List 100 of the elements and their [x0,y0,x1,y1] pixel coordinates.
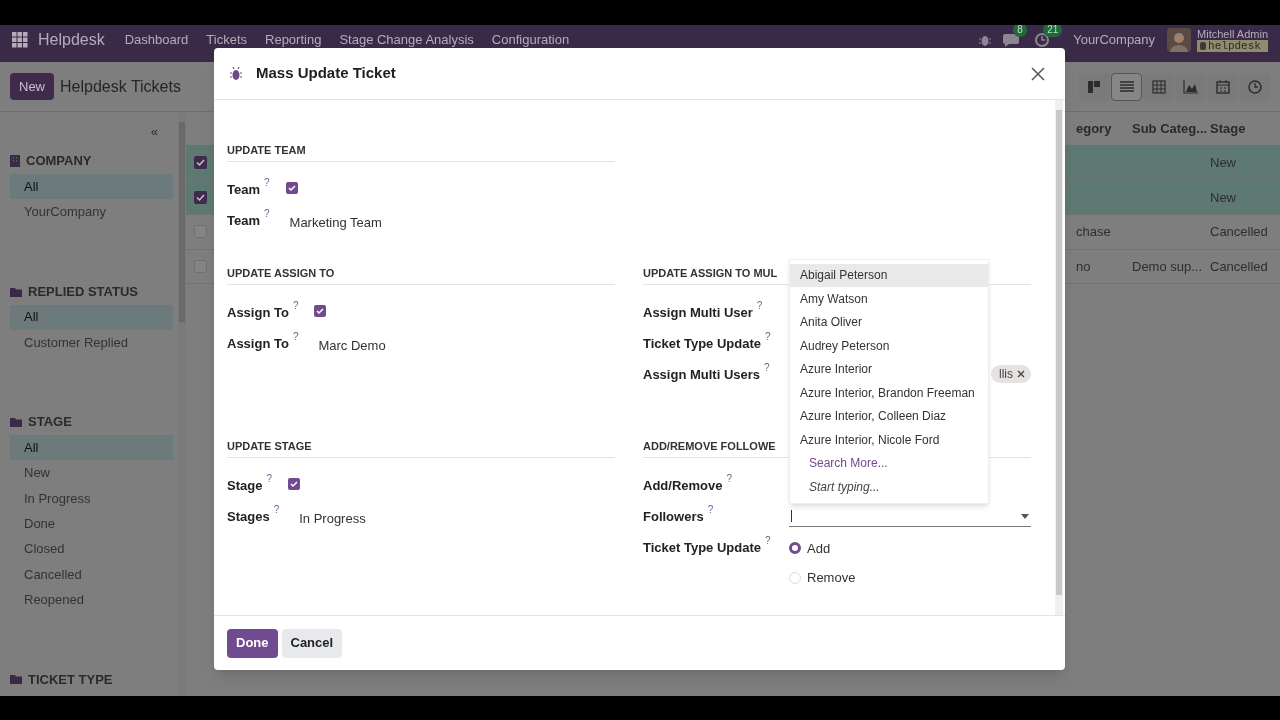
column-header[interactable]: Sub Categ... [1132,118,1210,139]
user-name[interactable]: Mitchell Admin [1197,27,1268,40]
help-mark[interactable]: ? [764,362,770,373]
view-switch-button[interactable] [1175,72,1206,101]
view-switch-button[interactable] [1143,72,1174,101]
filter-item[interactable]: In Progress [10,485,173,512]
filter-item[interactable]: All [10,435,173,461]
table-view-icon [1150,78,1167,95]
field-value[interactable]: In Progress [299,508,366,528]
help-mark[interactable]: ? [765,535,771,546]
field-label: Assign Multi User [643,303,753,322]
close-icon[interactable] [1031,66,1045,81]
help-mark[interactable]: ? [264,177,270,188]
done-button[interactable]: Done [227,628,278,658]
apps-menu-icon[interactable] [12,31,28,48]
help-mark[interactable]: ? [266,473,272,484]
field-label: Team [227,211,260,230]
field-label: Stage [227,476,263,495]
remove-icon[interactable] [1017,369,1025,378]
help-mark[interactable]: ? [707,504,714,515]
field-label: Followers [643,507,704,526]
help-mark[interactable]: ? [756,300,763,311]
dropdown-option[interactable]: Audrey Peterson [790,334,988,358]
table-cell: Demo sup... [1132,258,1203,274]
section-heading: COMPANY [26,152,92,171]
dropdown-option[interactable]: Amy Watson [790,287,988,311]
scrollbar-thumb[interactable] [1056,110,1062,595]
bug-icon [230,66,242,81]
radio-option[interactable]: Remove [789,568,856,588]
menu-item[interactable]: Dashboard [124,30,189,50]
section-heading: REPLIED STATUS [28,282,139,301]
section-heading: UPDATE TEAM [227,142,615,162]
clock-icon[interactable] [1035,32,1050,47]
field-label: Ticket Type Update [643,334,761,353]
chat-icon[interactable] [1003,32,1020,47]
view-switch-button[interactable] [1111,72,1142,101]
table-cell: no [1076,258,1091,274]
filter-item[interactable]: Closed [10,536,173,562]
calendar-view-icon [1214,78,1231,95]
cancel-button[interactable]: Cancel [281,628,343,658]
menu-item[interactable]: Configuration [491,30,570,50]
chart-view-icon [1182,78,1199,95]
company-switcher[interactable]: YourCompany [1073,29,1156,50]
field-label: Assign Multi Users [643,365,761,384]
avatar-icon[interactable] [1167,27,1192,52]
view-switch-button[interactable] [1079,72,1110,101]
database-badge: helpdesk [1197,39,1268,52]
field-value[interactable]: Marc Demo [318,335,386,355]
new-button[interactable]: New [10,73,54,100]
filter-item[interactable]: All [10,174,173,200]
dropdown-option[interactable]: Abigail Peterson [790,263,988,287]
section-heading: TICKET TYPE [28,670,113,689]
filter-item[interactable]: New [10,460,173,486]
radio-option[interactable]: Add [789,538,856,558]
checkbox-checked-icon[interactable] [287,477,300,490]
help-mark[interactable]: ? [292,331,299,342]
folder-icon [10,417,22,428]
table-cell: chase [1076,224,1111,239]
table-cell: Cancelled [1210,258,1268,274]
filter-item[interactable]: Done [10,511,173,537]
filter-item[interactable]: Cancelled [10,561,173,587]
filter-item[interactable]: Reopened [10,586,173,613]
tag: llis [991,364,1031,383]
help-mark[interactable]: ? [765,331,771,342]
column-header[interactable]: egory [1076,118,1132,139]
dropdown-option[interactable]: Azure Interior [790,357,988,381]
building-icon [10,155,20,167]
field-label: Add/Remove [643,476,723,495]
scrollbar-thumb[interactable] [179,122,185,322]
view-switch-button[interactable] [1239,72,1270,101]
count-badge: 8 [1013,25,1027,37]
menu-item[interactable]: Tickets [206,30,247,50]
help-mark[interactable]: ? [292,300,299,311]
help-mark[interactable]: ? [726,473,733,484]
checkbox-checked-icon[interactable] [285,181,298,194]
checkbox-checked-icon[interactable] [314,304,327,317]
table-cell: New [1210,155,1236,170]
field-value[interactable]: Marketing Team [289,212,382,232]
checkbox-checked-icon [193,156,207,170]
caret-icon [1021,513,1029,519]
table-cell: New [1210,189,1236,205]
dropdown-option[interactable]: Azure Interior, Colleen Diaz [790,404,988,428]
dropdown-option[interactable]: Anita Oliver [790,310,988,334]
help-mark[interactable]: ? [264,208,270,219]
filter-item[interactable]: YourCompany [10,199,173,225]
folder-icon [10,674,22,685]
collapse-button[interactable]: « [150,122,158,144]
section-heading: STAGE [28,413,72,432]
count-badge: 21 [1043,25,1063,37]
app-name[interactable]: Helpdesk [38,27,105,52]
filter-item[interactable]: Customer Replied [10,329,173,356]
field-label: Team [227,180,260,199]
menu-item[interactable]: Stage Change Analysis [339,30,474,50]
column-header[interactable]: Stage [1210,118,1280,139]
view-switch-button[interactable] [1207,72,1238,101]
filter-item[interactable]: All [10,304,173,330]
help-mark[interactable]: ? [273,504,280,515]
folder-icon [10,286,22,297]
dropdown-option[interactable]: Azure Interior, Brandon Freeman [790,381,988,405]
menu-item[interactable]: Reporting [265,30,322,50]
